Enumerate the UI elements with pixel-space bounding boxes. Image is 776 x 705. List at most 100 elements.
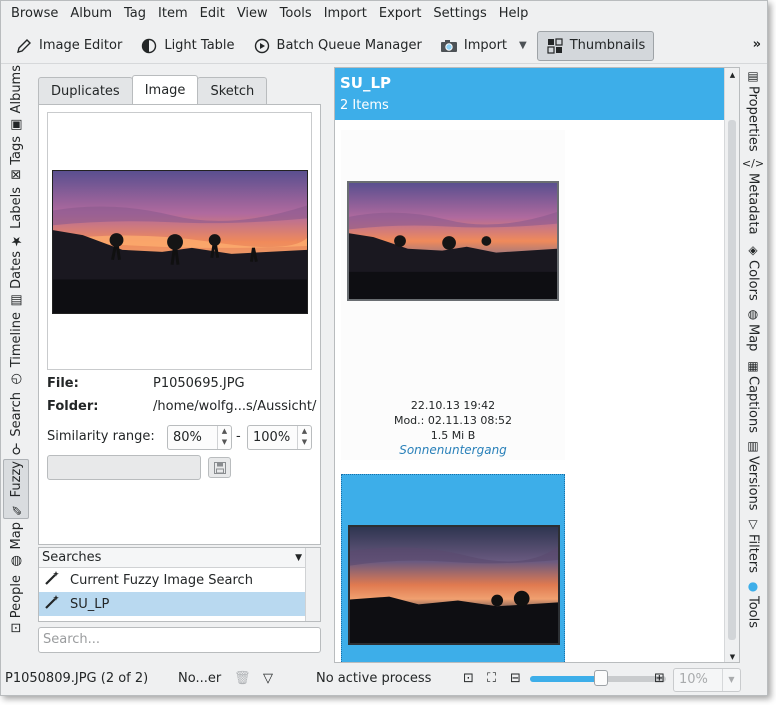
tab-search[interactable]: ⚲ Search — [3, 389, 29, 459]
scroll-up-icon[interactable]: ▲ — [725, 68, 739, 82]
light-table-button[interactable]: Light Table — [132, 31, 242, 61]
tab-sketch[interactable]: Sketch — [197, 77, 268, 105]
list-item[interactable]: Current Fuzzy Image Search — [39, 568, 305, 592]
star-icon: ★ — [8, 228, 24, 248]
tab-albums-label: Albums — [8, 65, 24, 114]
image-editor-button[interactable]: Image Editor — [7, 31, 130, 61]
searches-header-label: Searches — [42, 550, 102, 565]
tab-fuzzy[interactable]: ✎ Fuzzy — [3, 459, 29, 519]
menu-tools[interactable]: Tools — [274, 1, 318, 27]
tab-tags[interactable]: ⊠ Tags — [3, 131, 29, 185]
sort-arrow-icon[interactable]: ▼ — [295, 548, 302, 568]
search-name-input[interactable] — [47, 455, 201, 480]
chevron-down-icon[interactable]: ▼ — [519, 40, 527, 51]
menu-tag[interactable]: Tag — [118, 1, 152, 27]
save-search-button[interactable] — [208, 457, 231, 478]
thumbnail-item[interactable]: 22.10.13 19:42 Mod.: 02.11.13 08:52 1.5 … — [341, 130, 565, 460]
icon-view-scrollbar[interactable]: ▲ ▼ — [724, 68, 739, 662]
tab-map-label: Map — [8, 521, 24, 550]
menu-help[interactable]: Help — [493, 1, 535, 27]
tab-image[interactable]: Image — [131, 75, 199, 105]
chevron-down-icon[interactable]: ▼ — [722, 669, 740, 691]
thumbnail-image — [347, 181, 559, 301]
menu-album[interactable]: Album — [64, 1, 118, 27]
tab-filters[interactable]: ▽ Filters — [741, 517, 765, 573]
import-button[interactable]: Import ▼ — [432, 31, 535, 61]
zoom-level-combobox[interactable]: 10% ▼ — [673, 668, 741, 692]
similarity-min-spinbox[interactable]: 80% ▲ ▼ — [167, 425, 232, 450]
menu-settings[interactable]: Settings — [427, 1, 492, 27]
tab-fuzzy-label: Fuzzy — [8, 461, 24, 498]
tab-dates[interactable]: ▤ Dates — [3, 249, 29, 309]
batch-queue-button[interactable]: Batch Queue Manager — [245, 31, 430, 61]
zoom-slider-fill — [530, 676, 601, 682]
searches-scrollbar[interactable] — [305, 548, 320, 621]
similarity-row: Similarity range: 80% ▲ ▼ - 100% ▲ ▼ — [47, 425, 317, 451]
menu-view[interactable]: View — [231, 1, 274, 27]
trash-icon[interactable]: 🗑 — [234, 671, 251, 686]
tab-map[interactable]: ◍ Map — [3, 519, 29, 571]
image-preview[interactable] — [47, 112, 312, 370]
right-sidebar-tabs: ▤ Properties </> Metadata ◈ Colors ◍ Map… — [741, 67, 765, 637]
tab-tools-label: Tools — [745, 596, 761, 629]
paint-bucket-icon: ◈ — [748, 243, 758, 257]
tab-duplicates[interactable]: Duplicates — [38, 77, 133, 105]
search-icon: ⚲ — [8, 436, 24, 456]
search-filter-input[interactable]: Search... — [38, 627, 321, 653]
folder-value: /home/wolfg...s/Aussicht/ — [153, 399, 317, 414]
zoom-slider-handle[interactable] — [594, 670, 608, 686]
grid-icon — [546, 37, 564, 55]
thumbnail-meta: 22.10.13 19:42 Mod.: 02.11.13 08:52 1.5 … — [341, 398, 565, 458]
spin-arrows-icon[interactable]: ▲ ▼ — [217, 426, 231, 449]
tab-colors[interactable]: ◈ Colors — [741, 243, 765, 301]
thumbnail-item-selected[interactable] — [341, 474, 565, 662]
tab-timeline[interactable]: ◷ Timeline — [3, 309, 29, 389]
tab-properties[interactable]: ▤ Properties — [741, 69, 765, 152]
tab-labels[interactable]: ★ Labels — [3, 185, 29, 249]
tab-tags-label: Tags — [8, 136, 24, 165]
tab-map-right[interactable]: ◍ Map — [741, 307, 765, 351]
filter-icon[interactable]: ▽ — [263, 671, 273, 686]
menu-import[interactable]: Import — [318, 1, 373, 27]
menu-item[interactable]: Item — [152, 1, 194, 27]
list-item[interactable]: SU_LP — [39, 592, 305, 616]
tab-versions[interactable]: ▥ Versions — [741, 439, 765, 511]
album-icon-view: SU_LP 2 Items 22.10.13 19:42 Mod.: 02.11… — [334, 67, 740, 663]
zoom-out-icon[interactable]: ⊟ — [510, 671, 521, 686]
status-filter-text[interactable]: No...er — [178, 671, 221, 686]
tab-dates-label: Dates — [8, 250, 24, 289]
scrollbar-handle[interactable] — [728, 120, 736, 640]
zoom-to-selection-icon[interactable]: ⛶ — [487, 671, 496, 686]
tab-metadata[interactable]: </> Metadata — [741, 157, 765, 235]
image-editor-label: Image Editor — [39, 38, 123, 53]
searches-header[interactable]: Searches ▼ — [39, 548, 320, 568]
tab-captions[interactable]: ▦ Captions — [741, 359, 765, 433]
save-icon — [213, 461, 226, 474]
tab-albums[interactable]: ▣ Albums — [3, 65, 29, 133]
status-filename: P1050809.JPG (2 of 2) — [5, 671, 149, 686]
file-label: File: — [47, 376, 79, 391]
status-process: No active process — [316, 671, 432, 686]
zoom-fit-icon[interactable]: ⊡ — [463, 671, 474, 686]
face-icon: ⊡ — [8, 618, 24, 634]
thumbnails-button[interactable]: Thumbnails — [536, 30, 655, 61]
toolbar-overflow-button[interactable]: » — [753, 37, 761, 52]
thumbnail-tag[interactable]: Sonnenuntergang — [341, 443, 565, 458]
thumbnail-image — [348, 525, 560, 645]
tab-people[interactable]: ⊡ People — [3, 571, 29, 637]
main-toolbar: Image Editor Light Table Batch Queue Man… — [1, 28, 767, 64]
tab-tools[interactable]: ● Tools — [741, 579, 765, 628]
menu-edit[interactable]: Edit — [194, 1, 231, 27]
zoom-in-icon[interactable]: ⊞ — [654, 671, 665, 686]
menu-export[interactable]: Export — [373, 1, 428, 27]
spin-arrows-icon[interactable]: ▲ ▼ — [297, 426, 311, 449]
album-title: SU_LP — [340, 74, 392, 92]
scroll-down-icon[interactable]: ▼ — [725, 650, 739, 662]
similarity-max-spinbox[interactable]: 100% ▲ ▼ — [247, 425, 312, 450]
status-bar: P1050809.JPG (2 of 2) No...er 🗑 ▽ No act… — [1, 666, 767, 694]
light-table-label: Light Table — [164, 38, 235, 53]
sunset-preview-image — [52, 170, 308, 314]
menu-browse[interactable]: Browse — [5, 1, 64, 27]
search-item-label: SU_LP — [70, 596, 110, 612]
zoom-slider[interactable] — [530, 670, 666, 686]
